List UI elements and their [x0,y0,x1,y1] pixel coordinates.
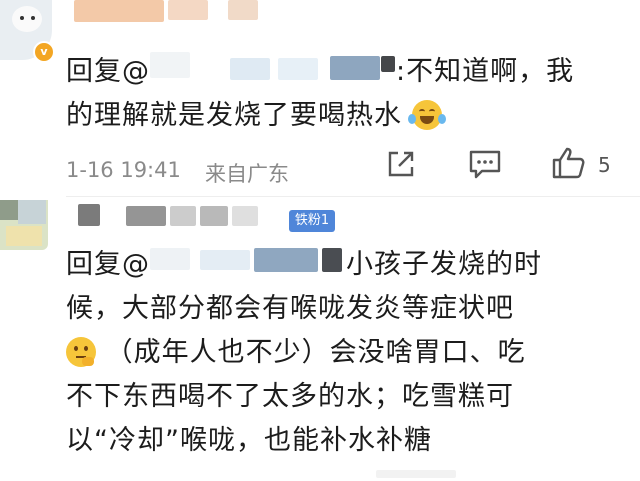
blurred-mention [322,248,342,272]
blurred-mention [230,58,270,80]
reply-text-line: （成年人也不少）会没啥胃口、吃 [66,331,526,375]
avatar[interactable] [0,200,48,250]
blurred-mention [330,56,380,80]
comment-icon[interactable] [468,148,502,184]
blurred-username [228,0,258,20]
fan-badge: 铁粉1 [289,210,335,232]
blurred-mention [200,250,250,270]
blurred-username [170,206,196,226]
divider [66,196,640,197]
comment-timestamp: 1-16 19:41 [66,158,181,182]
reply-text-line: :不知道啊，我 [396,56,575,87]
laugh-cry-emoji [407,100,446,130]
blurred-mention [150,248,190,270]
like-icon[interactable] [551,146,587,184]
blurred-username [200,206,228,226]
blurred-mention [278,58,318,80]
scroll-remnant [376,470,456,478]
reply-text: 回复@ [66,243,150,287]
avatar-face [12,6,42,32]
verified-icon: v [33,41,55,63]
reply-text-line: 以“冷却”喉咙，也能补水补糖 [66,425,432,456]
reply-text-line: 小孩子发烧的时 [346,249,542,280]
share-icon[interactable] [385,148,417,184]
blurred-username [126,206,166,226]
blurred-mention [381,56,395,72]
blurred-username [232,206,258,226]
reply-text-line: 候，大部分都会有喉咙发炎等症状吧 [66,293,514,324]
blurred-mention [150,52,190,78]
reply-text-line: 的理解就是发烧了要喝热水 [66,94,446,138]
blurred-mention [254,248,318,272]
reply-prefix: 回复@ [66,249,150,280]
reply-text-line: 不下东西喝不了太多的水；吃雪糕可 [66,381,514,412]
blurred-username [78,204,100,226]
like-count: 5 [598,153,611,177]
blurred-username [168,0,208,20]
thinking-emoji [66,337,96,367]
comment-location: 来自广东 [205,162,289,186]
reply-prefix: 回复@ [66,56,150,87]
blurred-username [74,0,164,22]
